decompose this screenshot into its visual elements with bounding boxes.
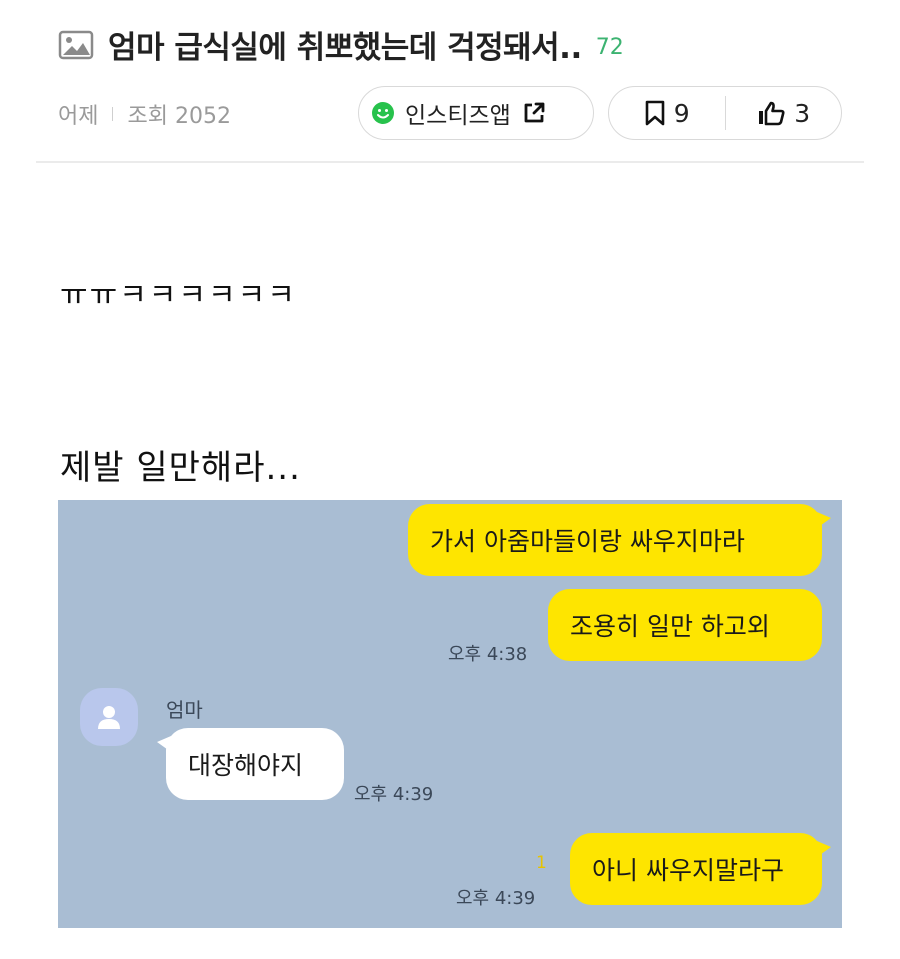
post-meta: 어제 조회 2052 (58, 98, 231, 130)
smile-icon (372, 102, 394, 124)
open-in-app-button[interactable]: 인스티즈앱 (358, 86, 594, 140)
message-time: 오후 4:38 (448, 644, 528, 665)
bookmark-icon (645, 100, 665, 126)
image-icon (58, 30, 94, 59)
like-count: 3 (794, 98, 811, 128)
message-time: 오후 4:39 (456, 888, 536, 909)
chat-bubble-sent: 아니 싸우지말라구 (570, 833, 831, 905)
post-title[interactable]: 엄마 급식실에 취뽀했는데 걱정돼서.. (108, 22, 582, 67)
avatar (80, 688, 138, 746)
unread-count: 1 (536, 853, 547, 873)
post-text-line: 제발 일만해라... (60, 448, 301, 488)
message-time: 오후 4:39 (354, 784, 434, 805)
post-title-row: 엄마 급식실에 취뽀했는데 걱정돼서.. 72 (58, 22, 624, 67)
comment-count[interactable]: 72 (596, 35, 624, 60)
chat-bubble-sent: 가서 아줌마들이랑 싸우지마라 (408, 504, 831, 576)
post-date: 어제 (58, 104, 99, 129)
view-count: 조회 2052 (127, 104, 231, 129)
header-divider (36, 161, 864, 163)
bookmark-button[interactable]: 9 (609, 87, 725, 139)
profile-icon (98, 706, 120, 729)
sender-name: 엄마 (166, 698, 203, 722)
thumbs-up-icon (759, 101, 785, 126)
like-button[interactable]: 3 (726, 87, 842, 139)
post-stats: 9 3 (608, 86, 842, 140)
share-icon (524, 102, 545, 123)
bookmark-count: 9 (673, 98, 690, 128)
open-in-app-label: 인스티즈앱 (405, 103, 511, 129)
chat-bubble-received: 대장해야지 (157, 728, 344, 800)
chat-bubble-sent: 조용히 일만 하고외 (548, 589, 822, 661)
chat-screenshot: 가서 아줌마들이랑 싸우지마라 조용히 일만 하고외 오후 4:38 엄마 대장… (58, 500, 842, 928)
meta-divider (112, 107, 114, 121)
post-text-line: ㅠㅠㅋㅋㅋㅋㅋㅋ (60, 278, 297, 313)
